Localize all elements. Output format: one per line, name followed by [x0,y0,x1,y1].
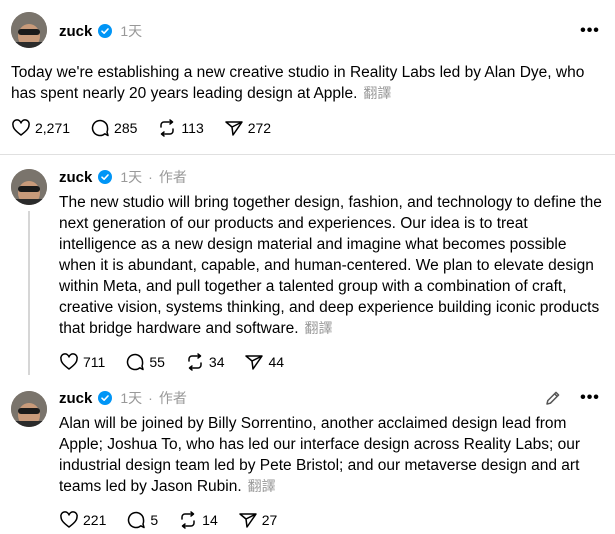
repost-count: 14 [202,512,218,528]
comment-count: 55 [149,354,165,370]
more-icon[interactable]: ••• [579,20,601,42]
post-text-content: Today we're establishing a new creative … [11,64,585,102]
comment-button[interactable]: 285 [90,118,137,138]
avatar[interactable] [11,169,47,205]
share-button[interactable]: 44 [244,352,284,372]
comment-icon [128,511,146,529]
share-count: 272 [247,120,272,136]
thread-line [28,211,30,375]
edit-icon[interactable] [543,388,563,408]
post-text: Alan will be joined by Billy Sorrentino,… [59,413,607,497]
like-count: 711 [83,354,106,370]
share-icon [245,355,264,370]
repost-count: 34 [208,354,225,370]
post-time: 1天 [120,169,143,185]
comment-button[interactable]: 55 [125,352,165,372]
share-count: 44 [268,354,285,370]
username[interactable]: zuck [59,23,92,40]
heart-icon [12,119,30,136]
verified-icon [98,391,113,405]
separator-dot: · [148,390,153,406]
heart-icon [60,353,78,370]
post-2: zuck 1天 · 作者 The new studio will bring t… [0,155,615,375]
share-icon [238,513,257,528]
verified-icon [98,170,113,184]
repost-icon [160,119,175,137]
translate-link[interactable]: 翻譯 [305,320,333,336]
post-text: Today we're establishing a new creative … [11,62,606,104]
post-time: 1天 [120,390,143,406]
repost-button[interactable]: 14 [178,510,218,530]
author-tag: 作者 [158,169,187,185]
username[interactable]: zuck [59,390,92,407]
action-bar: 221 5 14 27 [59,509,297,531]
like-count: 221 [83,512,107,528]
comment-icon [91,119,109,137]
post-text-content: Alan will be joined by Billy Sorrentino,… [59,415,580,495]
like-button[interactable]: 221 [59,510,106,530]
comment-count: 285 [114,120,138,136]
author-tag: 作者 [158,390,187,406]
post-1: zuck 1天 ••• Today we're establishing a n… [0,0,615,154]
heart-icon [60,511,78,528]
share-icon [224,121,243,136]
action-bar: 2,271 285 113 272 [11,117,291,139]
repost-button[interactable]: 34 [185,352,225,372]
post-text-content: The new studio will bring together desig… [59,194,602,337]
separator-dot: · [148,169,153,185]
like-count: 2,271 [35,120,71,136]
verified-icon [98,24,113,38]
comment-count: 5 [150,512,159,528]
avatar[interactable] [11,391,47,427]
comment-icon [127,353,145,371]
share-count: 27 [261,512,278,528]
post-text: The new studio will bring together desig… [59,192,607,339]
repost-button[interactable]: 113 [157,118,204,138]
post-time: 1天 [120,23,143,39]
repost-icon [188,353,202,371]
username[interactable]: zuck [59,169,92,186]
post-header: zuck 1天 · 作者 [59,166,187,188]
post-header: zuck 1天 · 作者 [59,387,187,409]
share-button[interactable]: 27 [238,510,278,530]
like-button[interactable]: 2,271 [11,118,70,138]
post-3: zuck 1天 · 作者 ••• Alan will be joined by … [0,376,615,534]
post-header: zuck 1天 [59,20,142,42]
more-icon[interactable]: ••• [579,387,601,409]
translate-link[interactable]: 翻譯 [363,85,391,101]
avatar[interactable] [11,12,47,48]
comment-button[interactable]: 5 [126,510,158,530]
repost-icon [181,511,195,529]
action-bar: 711 55 34 44 [59,351,304,373]
translate-link[interactable]: 翻譯 [248,478,276,494]
share-button[interactable]: 272 [224,118,271,138]
like-button[interactable]: 711 [59,352,105,372]
repost-count: 113 [181,120,204,136]
